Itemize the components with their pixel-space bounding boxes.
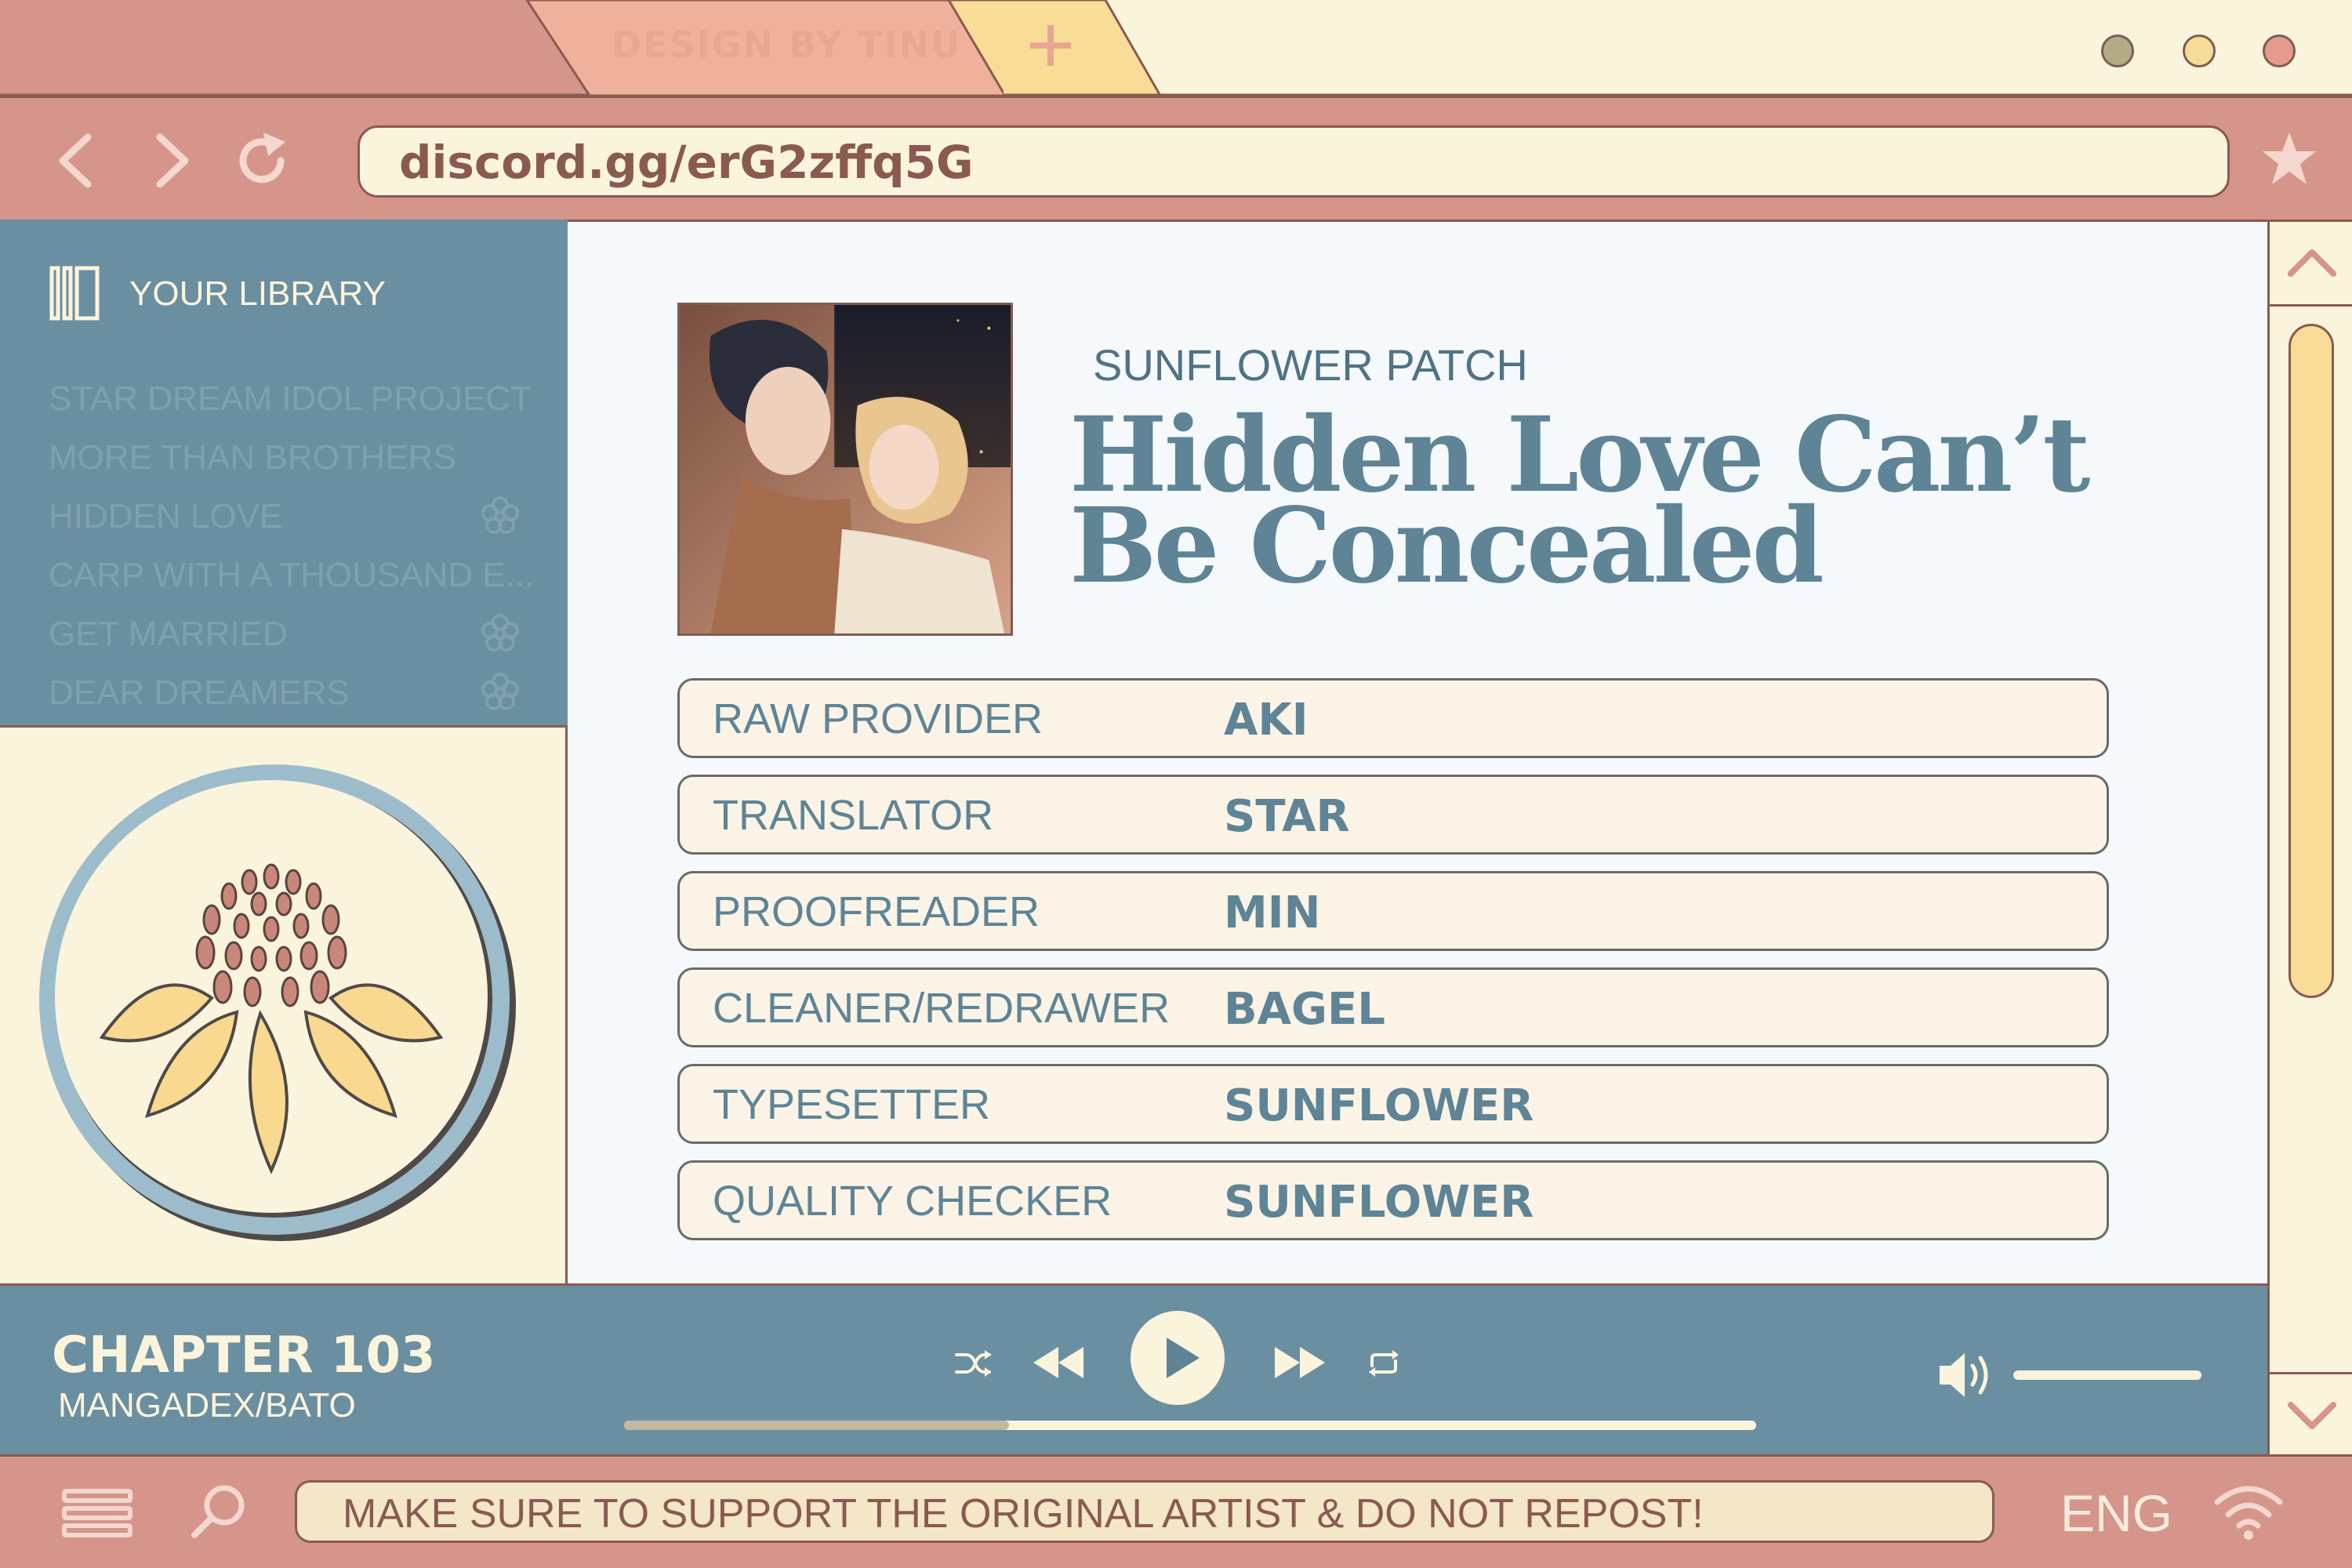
credit-name: SUNFLOWER <box>1224 1177 1534 1228</box>
tab-strip: DESIGN BY TINU <box>0 0 2352 96</box>
logo-panel <box>0 725 568 1283</box>
credit-row: TYPESETTER SUNFLOWER <box>677 1064 2109 1144</box>
library-item-label: MORE THAN BROTHERS <box>49 438 456 477</box>
fast-forward-icon[interactable] <box>1272 1339 1328 1386</box>
wifi-icon[interactable] <box>2212 1480 2285 1543</box>
search-icon[interactable] <box>188 1480 249 1541</box>
credit-row: TRANSLATOR STAR <box>677 775 2109 855</box>
credit-role: CLEANER/REDRAWER <box>713 985 1171 1032</box>
chevron-left-icon[interactable] <box>45 129 108 192</box>
chapter-progress-bar[interactable] <box>624 1421 1756 1430</box>
shuffle-icon[interactable] <box>953 1344 993 1383</box>
credit-name: BAGEL <box>1224 984 1385 1035</box>
vertical-scrollbar <box>2267 220 2352 1454</box>
address-bar[interactable]: discord.gg/erG2zffq5G <box>358 125 2230 198</box>
library-item[interactable]: HIDDEN LOVE <box>49 496 535 544</box>
credit-name: SUNFLOWER <box>1224 1080 1534 1131</box>
credit-role: TRANSLATOR <box>713 792 994 839</box>
library-item[interactable]: MORE THAN BROTHERS <box>49 438 535 485</box>
hamburger-icon[interactable] <box>61 1488 133 1538</box>
library-item-label: GET MARRIED <box>49 615 288 653</box>
credit-row: PROOFREADER MIN <box>677 871 2109 951</box>
flower-icon <box>481 496 519 534</box>
credit-name: MIN <box>1224 887 1321 938</box>
credit-row: QUALITY CHECKER SUNFLOWER <box>677 1160 2109 1240</box>
library-icon <box>49 266 100 321</box>
library-item[interactable]: DEAR DREAMERS <box>49 673 535 720</box>
cover-image[interactable] <box>677 303 1013 636</box>
library-title: YOUR LIBRARY <box>129 274 386 313</box>
library-item[interactable]: STAR DREAM IDOL PROJECT <box>49 379 535 426</box>
volume-slider[interactable] <box>2013 1370 2201 1380</box>
chevron-right-icon[interactable] <box>140 129 202 192</box>
tab-label[interactable]: DESIGN BY TINU <box>612 24 961 66</box>
notice-text: MAKE SURE TO SUPPORT THE ORIGINAL ARTIST… <box>343 1491 1704 1537</box>
credit-role: RAW PROVIDER <box>713 695 1044 742</box>
main-content: SUNFLOWER PATCH Hidden Love Can’t Be Con… <box>568 220 2267 1283</box>
chapter-source: MANGADEX/BATO <box>58 1386 356 1425</box>
navigation-bar: discord.gg/erG2zffq5G <box>0 96 2352 220</box>
chapter-number: CHAPTER 103 <box>52 1327 436 1385</box>
publisher-name: SUNFLOWER PATCH <box>1093 340 1528 390</box>
credit-role: TYPESETTER <box>713 1081 991 1128</box>
credit-name: AKI <box>1224 695 1308 746</box>
library-item-label: CARP WITH A THOUSAND E... <box>49 556 535 594</box>
new-tab-plus-icon[interactable] <box>1027 22 1074 69</box>
chapter-progress-fill <box>624 1421 1009 1430</box>
credit-role: PROOFREADER <box>713 888 1040 935</box>
library-item-label: HIDDEN LOVE <box>49 497 283 535</box>
notice-bar: MAKE SURE TO SUPPORT THE ORIGINAL ARTIST… <box>295 1480 1994 1543</box>
rewind-icon[interactable] <box>1030 1339 1087 1386</box>
bookmark-star-icon[interactable] <box>2259 129 2319 189</box>
library-item[interactable]: GET MARRIED <box>49 614 535 662</box>
reload-icon[interactable] <box>232 129 295 192</box>
language-indicator[interactable]: ENG <box>2060 1483 2172 1543</box>
library-sidebar: YOUR LIBRARY STAR DREAM IDOL PROJECT MOR… <box>0 220 568 725</box>
library-item[interactable]: CARP WITH A THOUSAND E... <box>49 556 535 603</box>
scroll-up-chevron-icon[interactable] <box>2270 222 2352 307</box>
credit-role: QUALITY CHECKER <box>713 1178 1112 1225</box>
play-icon[interactable] <box>1129 1309 1226 1406</box>
library-item-label: STAR DREAM IDOL PROJECT <box>49 379 532 418</box>
series-title: Hidden Love Can’t Be Concealed <box>1069 404 2167 598</box>
credit-row: CLEANER/REDRAWER BAGEL <box>677 967 2109 1047</box>
flower-icon <box>481 673 519 710</box>
scroll-down-chevron-icon[interactable] <box>2270 1372 2352 1457</box>
window-minimize-dot[interactable] <box>2101 34 2134 67</box>
taskbar: MAKE SURE TO SUPPORT THE ORIGINAL ARTIST… <box>0 1454 2352 1568</box>
repeat-icon[interactable] <box>1364 1344 1403 1383</box>
credit-row: RAW PROVIDER AKI <box>677 678 2109 758</box>
credit-name: STAR <box>1224 791 1350 842</box>
url-text[interactable]: discord.gg/erG2zffq5G <box>399 136 974 189</box>
library-item-label: DEAR DREAMERS <box>49 673 350 712</box>
window-close-dot[interactable] <box>2263 34 2296 67</box>
sunflower-logo <box>39 764 516 1241</box>
player-bar: CHAPTER 103 MANGADEX/BATO <box>0 1283 2267 1454</box>
window-maximize-dot[interactable] <box>2183 34 2216 67</box>
flower-icon <box>481 614 519 652</box>
scroll-thumb[interactable] <box>2288 324 2334 998</box>
volume-icon[interactable] <box>1936 1348 1993 1402</box>
